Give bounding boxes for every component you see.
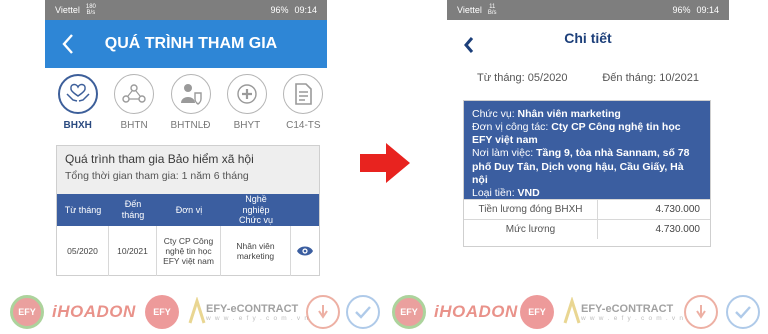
econtract-logo: EFY-eCONTRACT w w w . e f y . c o m . v n <box>563 294 684 330</box>
battery-level: 96% <box>270 5 289 15</box>
check-logo <box>346 294 380 330</box>
carrier-label: Viettel <box>457 5 482 15</box>
efy-logo: EFY <box>10 294 44 330</box>
table-row: Mức lương 4.730.000 <box>464 219 710 239</box>
company-line: Đơn vị công tác: Cty CP Công nghệ tin họ… <box>472 121 681 147</box>
from-month: Từ tháng: 05/2020 <box>477 72 568 84</box>
left-screen: Viettel 180 B/s 96% 09:14 QUÁ TRÌNH THAM… <box>45 0 327 288</box>
efy-logo: EFY <box>392 294 426 330</box>
tab-bhxh[interactable]: BHXH <box>54 74 101 140</box>
efy-red-logo: EFY <box>145 294 179 330</box>
network-speed: 180 B/s <box>85 4 96 16</box>
chevron-left-icon <box>62 34 73 54</box>
category-tabs: BHXH BHTN BHTNLĐ BHYT C14-TS <box>45 68 327 140</box>
total-time: Tổng thời gian tham gia: 1 năm 6 tháng <box>65 170 249 182</box>
people-network-icon <box>122 84 146 103</box>
efy-red-logo: EFY <box>520 294 554 330</box>
tab-bhtnld[interactable]: BHTNLĐ <box>167 74 214 140</box>
network-speed: 11 B/s <box>487 4 497 16</box>
col-unit: Đơn vị <box>175 204 203 215</box>
ihoadon-logo: iHOADON <box>52 302 136 321</box>
page-title: Chi tiết <box>564 30 612 46</box>
back-button[interactable] <box>53 28 83 60</box>
cell-from: 05/2020 <box>57 226 109 276</box>
position-line: Chức vụ: Nhân viên marketing <box>472 108 621 120</box>
salary-label: Tiền lương đóng BHXH <box>464 200 598 219</box>
medical-cross-icon <box>237 84 257 104</box>
cell-unit: Cty CP Công nghệ tin học EFY việt nam <box>157 226 221 276</box>
eye-icon <box>297 246 313 256</box>
arrow-right-icon <box>360 143 410 183</box>
wage-value: 4.730.000 <box>655 224 701 235</box>
ihoadon-logo: iHOADON <box>434 302 518 321</box>
workplace-line: Nơi làm việc: Tầng 9, tòa nhà Sannam, số… <box>472 147 690 186</box>
tab-bhyt[interactable]: BHYT <box>223 74 270 140</box>
carrier-label: Viettel <box>55 5 80 15</box>
hand-logo <box>684 294 718 330</box>
info-panel: Chức vụ: Nhân viên marketing Đơn vị công… <box>464 101 710 199</box>
col-from: Từ tháng <box>64 204 102 215</box>
page-title: QUÁ TRÌNH THAM GIA <box>104 35 278 52</box>
col-job: Nghề nghiệp Chức vụ <box>238 193 274 226</box>
app-header: QUÁ TRÌNH THAM GIA <box>45 20 327 68</box>
hand-logo <box>306 294 340 330</box>
card-title: Quá trình tham gia Bảo hiểm xã hội <box>65 152 254 166</box>
date-range: Từ tháng: 05/2020 Đến tháng: 10/2021 <box>447 64 729 94</box>
detail-header: Chi tiết <box>447 20 729 64</box>
table-row[interactable]: 05/2020 10/2021 Cty CP Công nghệ tin học… <box>57 226 319 276</box>
participation-card: Quá trình tham gia Bảo hiểm xã hội Tổng … <box>56 145 320 276</box>
hands-icon <box>66 83 90 102</box>
detail-box: Chức vụ: Nhân viên marketing Đơn vị công… <box>463 100 711 247</box>
table-header: Từ tháng Đến tháng Đơn vị Nghề nghiệp Ch… <box>57 194 319 226</box>
footer-logos: EFY iHOADON EFY EFY-eCONTRACT w w w . e f… <box>0 290 768 334</box>
econtract-logo: EFY-eCONTRACT w w w . e f y . c o m . v n <box>188 294 309 330</box>
tab-c14-ts[interactable]: C14-TS <box>280 74 327 140</box>
to-month: Đến tháng: 10/2021 <box>602 72 699 84</box>
view-detail-button[interactable] <box>291 226 319 276</box>
clock: 09:14 <box>696 5 719 15</box>
check-logo <box>726 294 760 330</box>
document-icon <box>295 83 313 105</box>
battery-level: 96% <box>672 5 691 15</box>
currency-line: Loại tiền: VND <box>472 186 540 199</box>
worker-shield-icon <box>180 84 202 105</box>
tab-bhtn[interactable]: BHTN <box>110 74 157 140</box>
wage-label: Mức lương <box>464 220 598 239</box>
cell-to: 10/2021 <box>109 226 157 276</box>
clock: 09:14 <box>294 5 317 15</box>
cell-job: Nhân viên marketing <box>221 226 291 276</box>
status-bar: Viettel 11 B/s 96% 09:14 <box>447 0 729 20</box>
table-row: Tiền lương đóng BHXH 4.730.000 <box>464 199 710 219</box>
salary-value: 4.730.000 <box>655 204 701 215</box>
right-screen: Viettel 11 B/s 96% 09:14 Chi tiết Từ thá… <box>447 0 729 288</box>
col-to: Đến tháng <box>121 199 145 220</box>
status-bar: Viettel 180 B/s 96% 09:14 <box>45 0 327 20</box>
